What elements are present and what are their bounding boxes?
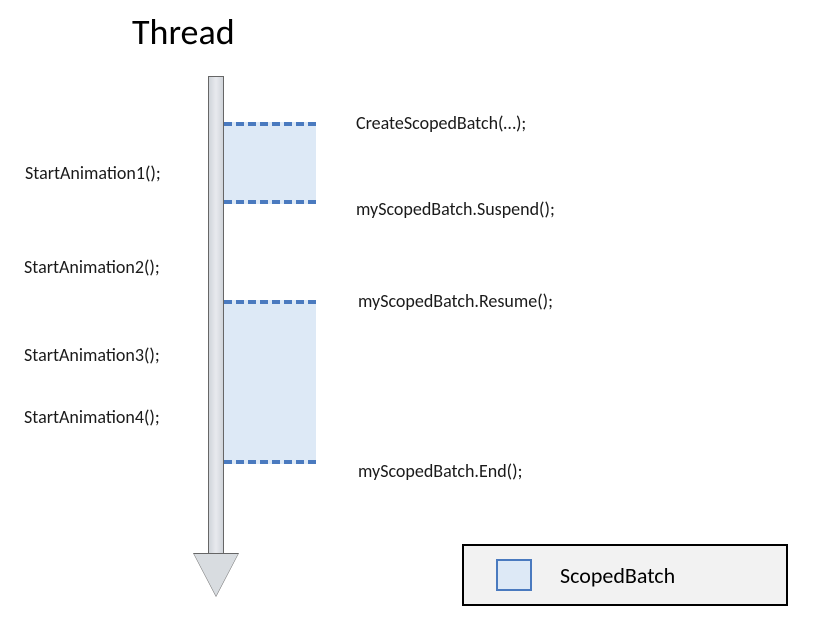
label-end: myScopedBatch.End(); <box>358 460 522 482</box>
diagram-title: Thread <box>132 10 235 54</box>
scoped-batch-region-1 <box>224 122 316 204</box>
label-suspend: myScopedBatch.Suspend(); <box>356 198 555 220</box>
label-start-animation-3: StartAnimation3(); <box>24 344 160 366</box>
label-start-animation-1: StartAnimation1(); <box>25 162 161 184</box>
thread-arrow-shaft <box>208 76 224 556</box>
scoped-batch-region-2 <box>224 300 316 464</box>
legend-swatch <box>496 559 532 591</box>
legend-label: ScopedBatch <box>560 562 675 589</box>
legend: ScopedBatch <box>462 544 788 606</box>
label-start-animation-2: StartAnimation2(); <box>24 256 160 278</box>
label-create-scoped-batch: CreateScopedBatch(…); <box>356 112 526 134</box>
label-start-animation-4: StartAnimation4(); <box>24 406 160 428</box>
label-resume: myScopedBatch.Resume(); <box>358 290 553 312</box>
thread-arrow-head <box>194 554 238 596</box>
